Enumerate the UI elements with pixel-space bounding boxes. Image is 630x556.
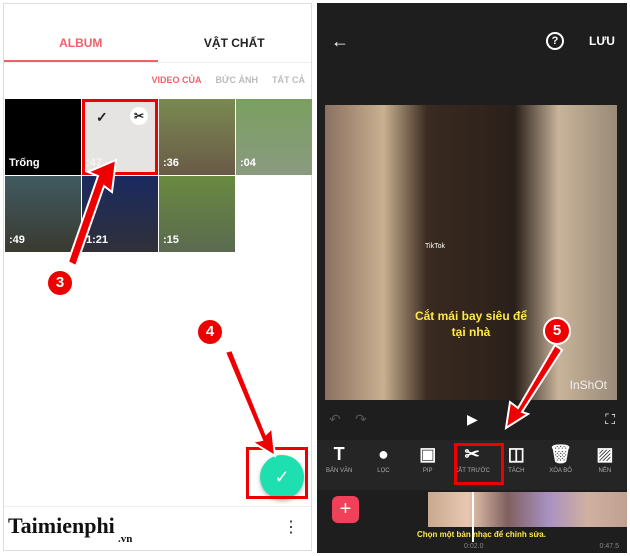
highlight-box [246,447,308,499]
highlight-box [454,443,504,485]
editor-panel: ← ? LƯU TikTok Cắt mái bay siêu để tại nh… [317,3,627,553]
media-item-blank[interactable]: Trống [5,99,81,175]
item-label: :15 [163,234,179,246]
timeline-hint: Chọn một bản nhạc để chỉnh sửa. [417,530,546,539]
step-badge-3: 3 [46,269,74,297]
undo-icon[interactable]: ↶ [329,411,341,428]
scissors-icon[interactable]: ✂ [130,107,148,125]
play-icon[interactable]: ▶ [467,411,478,428]
save-button[interactable]: LƯU [589,34,615,48]
media-item[interactable]: :04 [236,99,312,175]
current-time: 0:02.0 [464,543,484,550]
bottom-bar: Taimienphi .vn ⋮ [4,506,311,550]
item-label: :36 [163,157,179,169]
help-icon[interactable]: ? [546,32,564,50]
tool-delete[interactable]: 🗑 XÓA BỎ [538,440,582,490]
timeline-strip[interactable] [428,492,627,527]
more-icon[interactable]: ⋮ [283,517,299,537]
tool-text[interactable]: T BẢN VĂN [317,440,361,490]
filter-all[interactable]: TẤT CẢ [272,75,305,99]
video-caption: Cắt mái bay siêu để tại nhà [414,309,528,339]
redo-icon[interactable]: ↷ [355,411,367,428]
step-badge-4: 4 [196,318,224,346]
check-icon: ✓ [96,109,108,125]
item-label: :47 [86,157,102,169]
tool-background[interactable]: ▨ NỀN [583,440,627,490]
media-item-selected[interactable]: ✓ ✂ :47 [82,99,158,175]
tab-material[interactable]: VẬT CHẤT [158,26,312,62]
filter-video[interactable]: VIDEO CỦA [152,75,202,99]
media-item[interactable]: 1:21 [82,176,158,252]
total-time: 0:47.5 [599,543,619,550]
inshot-watermark: InShOt [569,378,607,392]
item-label: :49 [9,234,25,246]
filter-photo[interactable]: BỨC ẢNH [216,75,258,99]
watermark-logo: Taimienphi .vn [8,513,133,545]
item-label: 1:21 [86,234,109,246]
step-badge-5: 5 [543,317,571,345]
item-label: Trống [9,157,40,169]
add-clip-button[interactable]: + [332,496,359,523]
fullscreen-icon[interactable]: ⛶ [605,411,615,428]
tiktok-logo: TikTok [425,243,445,250]
tool-filter[interactable]: ● LỌC [361,440,405,490]
media-item[interactable]: :36 [159,99,235,175]
video-preview[interactable]: TikTok Cắt mái bay siêu để tại nhà InShOt [325,105,617,400]
media-item[interactable]: :15 [159,176,235,252]
media-item[interactable]: :49 [5,176,81,252]
back-icon[interactable]: ← [331,31,349,52]
tool-pip[interactable]: ▣ PIP [406,440,450,490]
tab-album[interactable]: ALBUM [4,26,158,62]
item-label: :04 [240,157,256,169]
